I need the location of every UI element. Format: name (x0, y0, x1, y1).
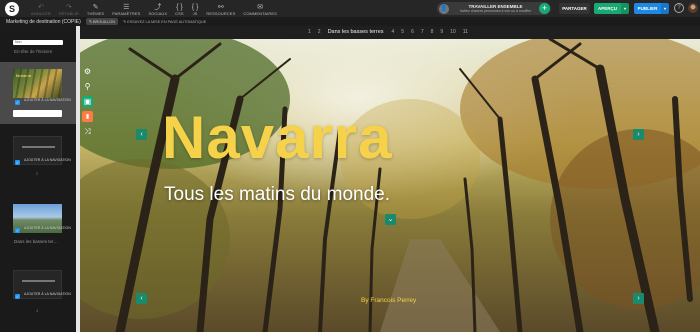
slide-item[interactable]: ✓ AJOUTER À LA NAVIGATION 4 (0, 268, 78, 318)
toolbar-tools: ↶ ANNULER ↷ RÉTABLIR ✎ THÈMES ☰ PARAMÈTRES ⤴ SOCI… (27, 0, 281, 17)
comments-button[interactable]: ✉ COMMENTAIRES (239, 0, 281, 17)
collaborate-subtitle: Invitez d'autres personnes à voir ou à m… (459, 9, 532, 13)
search-icon[interactable]: ⚲ (82, 81, 93, 92)
slide-number: 2 (36, 171, 39, 176)
app-logo[interactable]: S (5, 1, 19, 16)
page-navigation: 1 2 Dans les basses terres 4 5 6 7 8 9 10 11 (308, 29, 475, 35)
redo-icon: ↷ (65, 4, 72, 11)
add-to-nav-label: AJOUTER À LA NAVIGATION (24, 158, 71, 162)
css-button[interactable]: { } CSS (171, 0, 188, 17)
slide-item[interactable]: ✓ AJOUTER À LA NAVIGATION 2 (0, 134, 78, 184)
slide-stage: 1 2 Dans les basses terres 4 5 6 7 8 9 10 11 (80, 26, 700, 332)
gear-icon[interactable]: ⚙ (82, 66, 93, 77)
add-to-nav-label: AJOUTER À LA NAVIGATION (24, 292, 71, 296)
thumbnail-placeholder-bar (22, 280, 55, 282)
navigation-search-input[interactable]: Non (13, 40, 63, 45)
social-icon: ⤴ (154, 4, 162, 11)
page-link[interactable]: 7 (421, 29, 424, 35)
page-link[interactable]: 5 (401, 29, 404, 35)
js-button[interactable]: { } JS (188, 0, 203, 17)
shuffle-icon[interactable]: ⤨ (82, 126, 93, 137)
page-link[interactable]: 4 (392, 29, 395, 35)
slide-item[interactable]: ✓ AJOUTER À LA NAVIGATION Dans les basse… (0, 202, 78, 252)
next-arrow-icon[interactable]: › (633, 293, 644, 304)
thumbnail-title: Navarra (16, 73, 31, 78)
css-icon: { } (176, 4, 183, 11)
js-icon: { } (191, 4, 199, 11)
share-button[interactable]: PARTAGER (559, 3, 590, 14)
page-link[interactable]: 9 (440, 29, 443, 35)
comments-icon: ✉ (257, 4, 264, 11)
story-header-label: En-tête de l'histoire (14, 49, 53, 54)
add-to-nav-checkbox[interactable]: ✓ (15, 294, 20, 299)
collaborate-button[interactable]: 👤 TRAVAILLER ENSEMBLE Invitez d'autres p… (437, 2, 551, 15)
add-to-nav-label: AJOUTER À LA NAVIGATION (24, 226, 71, 230)
next-arrow-icon[interactable]: › (633, 129, 644, 140)
draft-badge: ✎ BROUILLON (85, 18, 118, 25)
slide-caption: Dans les basses ter… (14, 239, 59, 244)
page-link[interactable]: 2 (318, 29, 321, 35)
page-link[interactable]: Dans les basses terres (328, 29, 384, 35)
top-toolbar: S ↶ ANNULER ↷ RÉTABLIR ✎ THÈMES ☰ PARAMÈTRES ⤴ SO… (0, 0, 700, 17)
redo-button[interactable]: ↷ RÉTABLIR (55, 0, 83, 17)
undo-button[interactable]: ↶ ANNULER (27, 0, 55, 17)
help-icon[interactable]: ? (674, 3, 684, 13)
slide-subtitle[interactable]: Tous les matins du monde. (164, 184, 390, 206)
page-link[interactable]: 11 (463, 29, 468, 35)
page-link[interactable]: 10 (450, 29, 456, 35)
themes-button[interactable]: ✎ THÈMES (83, 0, 108, 17)
bookmark-icon[interactable]: ▮ (82, 111, 93, 122)
collaborator-avatar-icon: 👤 (439, 3, 449, 14)
slide-name-input[interactable] (13, 110, 62, 117)
resources-icon: ⚯ (217, 4, 224, 11)
publish-dropdown-chevron-icon[interactable]: ▾ (661, 3, 669, 14)
auto-layout-link[interactable]: ✎ ESSAYEZ LA MISE EN PAGE AUTOMATIQUE (123, 19, 206, 24)
page-link[interactable]: 1 (308, 29, 311, 35)
slide-number: 4 (36, 308, 39, 313)
add-to-nav-checkbox[interactable]: ✓ (15, 160, 20, 165)
publish-button[interactable]: PUBLIER (634, 3, 661, 14)
resources-button[interactable]: ⚯ RESSOURCES (202, 0, 239, 17)
thumbnail-placeholder-bar (22, 146, 55, 148)
add-to-nav-checkbox[interactable]: ✓ (15, 228, 20, 233)
user-avatar[interactable] (688, 3, 698, 13)
story-subheader: Marketing de destination (COPIE) ✎ BROUI… (0, 17, 700, 26)
story-editor: S ↶ ANNULER ↷ RÉTABLIR ✎ THÈMES ☰ PARAMÈTRES ⤴ SO… (0, 0, 700, 332)
slide-side-tools: ⚙ ⚲ ▣ ▮ ⤨ (82, 66, 96, 141)
previous-arrow-icon[interactable]: ‹ (136, 293, 147, 304)
image-icon[interactable]: ▣ (82, 96, 93, 107)
settings-icon: ☰ (123, 4, 130, 11)
page-link[interactable]: 8 (431, 29, 434, 35)
page-link[interactable]: 6 (411, 29, 414, 35)
undo-icon: ↶ (37, 4, 44, 11)
settings-button[interactable]: ☰ PARAMÈTRES (108, 0, 144, 17)
slide-thumbnail[interactable]: Navarra (13, 69, 62, 98)
story-title[interactable]: Marketing de destination (COPIE) (6, 19, 81, 25)
slide-title[interactable]: Navarra (162, 108, 393, 168)
add-to-nav-label: AJOUTER À LA NAVIGATION (24, 98, 71, 102)
scroll-down-chevron-icon[interactable]: ⌄ (385, 214, 396, 225)
slides-panel: ≡ Non En-tête de l'histoire Navarra ✓ AJ… (0, 26, 78, 332)
preview-button[interactable]: APERÇU (594, 3, 621, 14)
preview-dropdown-chevron-icon[interactable]: ▾ (621, 3, 629, 14)
slide-item[interactable]: Navarra ✓ AJOUTER À LA NAVIGATION (0, 62, 78, 124)
collaborate-text: TRAVAILLER ENSEMBLE Invitez d'autres per… (452, 4, 539, 13)
themes-icon: ✎ (92, 4, 99, 11)
social-button[interactable]: ⤴ SOCIAUX (144, 0, 171, 17)
previous-arrow-icon[interactable]: ‹ (136, 129, 147, 140)
story-navigation-bar: 1 2 Dans les basses terres 4 5 6 7 8 9 10 11 (80, 26, 700, 39)
slide-byline[interactable]: By Francois Perrey (361, 297, 416, 304)
add-to-nav-checkbox[interactable]: ✓ (15, 100, 20, 105)
invite-plus-icon[interactable]: + (539, 3, 550, 14)
